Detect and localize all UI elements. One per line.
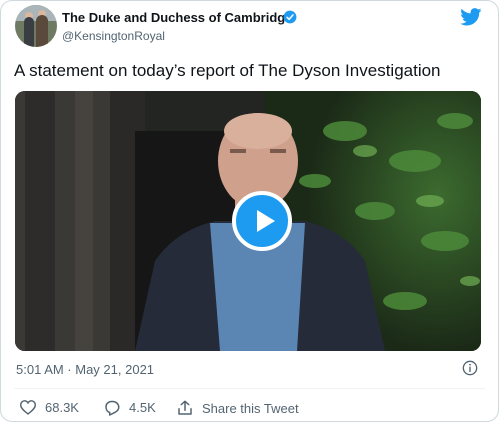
avatar[interactable] [15, 5, 57, 47]
reply-button[interactable]: 4.5K [103, 399, 156, 416]
share-button[interactable]: Share this Tweet [176, 399, 299, 417]
share-upload-icon [178, 400, 192, 415]
divider [14, 388, 485, 389]
tweet-timestamp[interactable]: 5:01 AM · May 21, 2021 [16, 362, 154, 377]
like-count: 68.3K [45, 399, 79, 415]
account-handle[interactable]: @KensingtonRoyal [62, 29, 165, 43]
like-button[interactable]: 68.3K [19, 399, 79, 415]
display-name[interactable]: The Duke and Duchess of Cambridge [62, 10, 292, 25]
play-icon [257, 210, 275, 232]
share-label: Share this Tweet [202, 400, 299, 416]
tweet-text: A statement on today’s report of The Dys… [14, 61, 441, 80]
play-button[interactable] [232, 191, 292, 251]
reply-bubble-icon [105, 400, 120, 416]
video-player[interactable] [15, 91, 481, 351]
heart-icon [19, 400, 37, 415]
verified-badge-icon [283, 10, 297, 24]
twitter-bird-icon[interactable] [460, 8, 482, 26]
tweet-card: The Duke and Duchess of Cambridge @Kensi… [0, 0, 499, 422]
reply-count: 4.5K [129, 400, 156, 415]
info-icon[interactable] [462, 360, 478, 376]
